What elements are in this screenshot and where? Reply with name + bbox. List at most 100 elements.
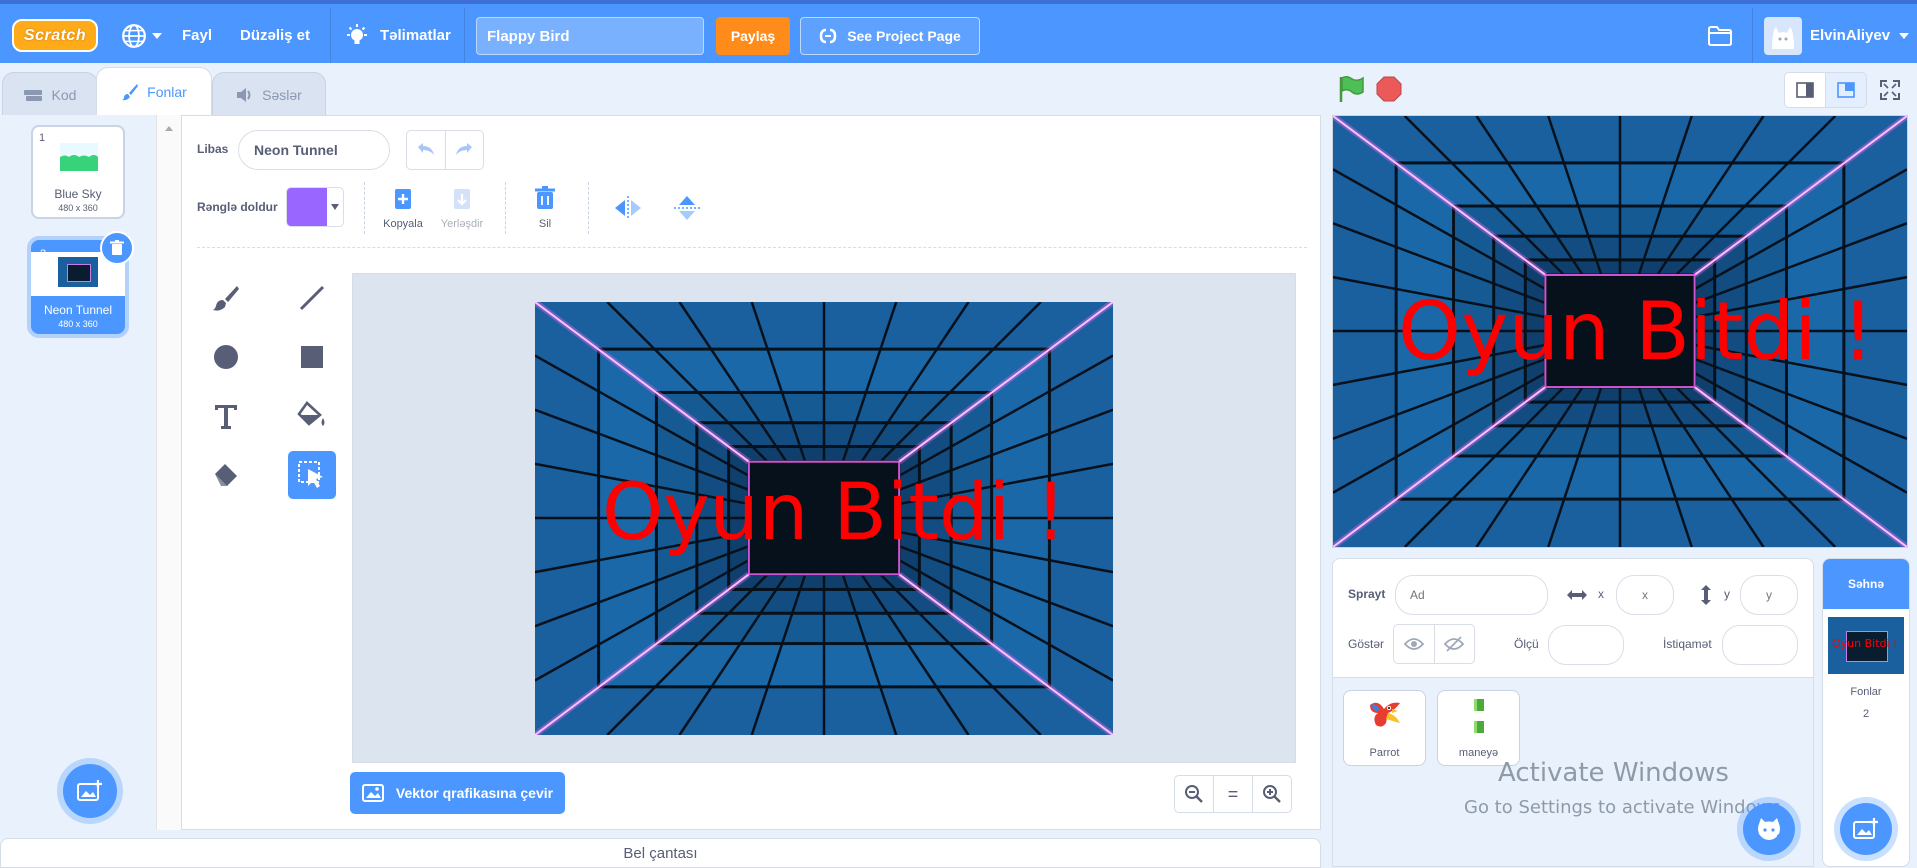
zoom-reset-button[interactable]: = xyxy=(1214,776,1253,812)
direction-input[interactable] xyxy=(1722,625,1798,665)
backdrop-thumbnail xyxy=(60,143,98,171)
paste-button[interactable]: Yerləşdir xyxy=(436,186,488,232)
add-sprite-icon xyxy=(1758,818,1781,840)
divider xyxy=(588,182,590,234)
text-tool[interactable] xyxy=(202,392,250,440)
hide-button[interactable] xyxy=(1435,625,1475,663)
delete-backdrop-button[interactable] xyxy=(100,231,134,265)
choose-sprite-button[interactable] xyxy=(1743,803,1795,855)
text-icon xyxy=(215,405,237,429)
chevron-down-icon xyxy=(1899,32,1910,39)
redo-icon xyxy=(456,143,473,155)
redo-button[interactable] xyxy=(446,131,484,169)
brush-tool[interactable] xyxy=(202,274,250,322)
toolbar-divider xyxy=(197,247,1307,249)
eraser-icon xyxy=(215,464,237,486)
my-stuff-button[interactable] xyxy=(1708,8,1732,63)
file-menu[interactable]: Fayl xyxy=(182,8,212,63)
add-image-icon xyxy=(77,780,102,801)
language-menu[interactable] xyxy=(121,8,163,63)
windows-watermark-subtitle: Go to Settings to activate Windows. xyxy=(1464,797,1787,818)
sprite-tile[interactable]: maneyə xyxy=(1437,690,1520,766)
direction-label: İstiqamət xyxy=(1663,637,1712,651)
backdrop-list-scrollbar[interactable] xyxy=(156,115,181,830)
sprite-tile[interactable]: Parrot xyxy=(1343,690,1426,766)
visibility-toggle xyxy=(1393,624,1475,664)
tab-sounds-label: Səslər xyxy=(262,87,302,103)
tab-code[interactable]: Kod xyxy=(2,72,98,118)
tab-code-label: Kod xyxy=(51,87,77,103)
stage-pane-title: Səhnə xyxy=(1847,577,1884,591)
x-input[interactable] xyxy=(1616,575,1674,615)
zoom-controls: = xyxy=(1174,775,1292,813)
see-project-label: See Project Page xyxy=(847,28,961,44)
divider xyxy=(330,8,331,63)
divider xyxy=(505,182,507,234)
eraser-tool[interactable] xyxy=(202,451,250,499)
choose-backdrop-stage-button[interactable] xyxy=(1840,803,1892,855)
grass-icon xyxy=(60,155,98,171)
tab-backdrops[interactable]: Fonlar xyxy=(96,67,212,115)
backdrops-count: 2 xyxy=(1862,708,1870,720)
divider xyxy=(464,8,465,63)
backdrop-item[interactable]: 1 Blue Sky 480 x 360 xyxy=(31,125,125,219)
rectangle-tool[interactable] xyxy=(288,333,336,381)
tunnel-thumbnail xyxy=(58,257,98,287)
speaker-icon xyxy=(237,88,251,102)
circle-tool[interactable] xyxy=(202,333,250,381)
edit-menu[interactable]: Düzəliş et xyxy=(240,8,310,63)
fill-color-picker[interactable] xyxy=(286,187,344,227)
zoom-in-button[interactable] xyxy=(1253,776,1291,812)
backdrop-item-selected[interactable]: 2 Neon Tunnel 480 x 360 xyxy=(31,231,134,334)
stage-thumbnail: Oyun Bitdi ! xyxy=(1828,617,1904,674)
fullscreen-button[interactable] xyxy=(1874,74,1906,106)
small-stage-button[interactable] xyxy=(1784,72,1826,108)
tab-backdrops-label: Fonlar xyxy=(147,83,187,100)
green-flag-button[interactable] xyxy=(1336,74,1366,104)
divider xyxy=(1752,8,1753,63)
vertical-arrows-icon xyxy=(1701,585,1711,605)
choose-backdrop-button[interactable] xyxy=(63,764,117,818)
delete-button[interactable]: Sil xyxy=(522,186,568,232)
line-tool[interactable] xyxy=(288,274,336,322)
undo-redo-group xyxy=(406,130,484,170)
undo-icon xyxy=(417,143,434,155)
lightbulb-icon xyxy=(347,23,367,44)
select-tool[interactable] xyxy=(288,451,336,499)
flip-horizontal-button[interactable] xyxy=(613,194,643,222)
zoom-out-button[interactable] xyxy=(1175,776,1214,812)
account-menu[interactable]: ElvinAliyev xyxy=(1764,8,1910,63)
backdrops-label: Fonlar xyxy=(1850,686,1882,698)
stop-icon xyxy=(1376,76,1402,102)
windows-watermark-title: Activate Windows xyxy=(1498,758,1729,788)
see-project-page-button[interactable]: See Project Page xyxy=(800,17,980,55)
copy-button[interactable]: Kopyala xyxy=(378,186,428,232)
backdrop-name: Blue Sky xyxy=(54,187,102,201)
undo-button[interactable] xyxy=(407,131,446,169)
convert-to-vector-button[interactable]: Vektor qrafikasına çevir xyxy=(350,772,565,814)
y-label: y xyxy=(1724,587,1730,601)
tutorials-menu[interactable]: Təlimatlar xyxy=(346,8,451,63)
code-blocks-icon xyxy=(23,90,42,101)
flip-vertical-button[interactable] xyxy=(672,194,702,222)
show-button[interactable] xyxy=(1394,625,1435,663)
fill-tool[interactable] xyxy=(288,392,336,440)
scratch-logo[interactable]: Scratch xyxy=(12,19,98,52)
stop-button[interactable] xyxy=(1376,76,1402,102)
folder-icon xyxy=(1708,25,1732,46)
sprite-name: Parrot xyxy=(1369,747,1400,759)
project-title-input[interactable]: Flappy Bird xyxy=(476,17,704,55)
size-input[interactable] xyxy=(1548,625,1624,665)
globe-icon xyxy=(122,23,146,48)
y-input[interactable] xyxy=(1740,575,1798,615)
normal-stage-button[interactable] xyxy=(1825,72,1867,108)
backpack[interactable]: Bel çantası xyxy=(0,838,1321,868)
sprite-name-input[interactable] xyxy=(1395,575,1548,615)
normal-stage-icon xyxy=(1837,82,1855,98)
costume-name-input[interactable]: Neon Tunnel xyxy=(238,130,390,170)
tab-sounds[interactable]: Səslər xyxy=(212,72,326,118)
parrot-icon xyxy=(1370,702,1400,727)
backdrop-size: 480 x 360 xyxy=(58,319,98,329)
pipe-icon xyxy=(1474,699,1484,733)
share-button[interactable]: Paylaş xyxy=(716,17,790,55)
